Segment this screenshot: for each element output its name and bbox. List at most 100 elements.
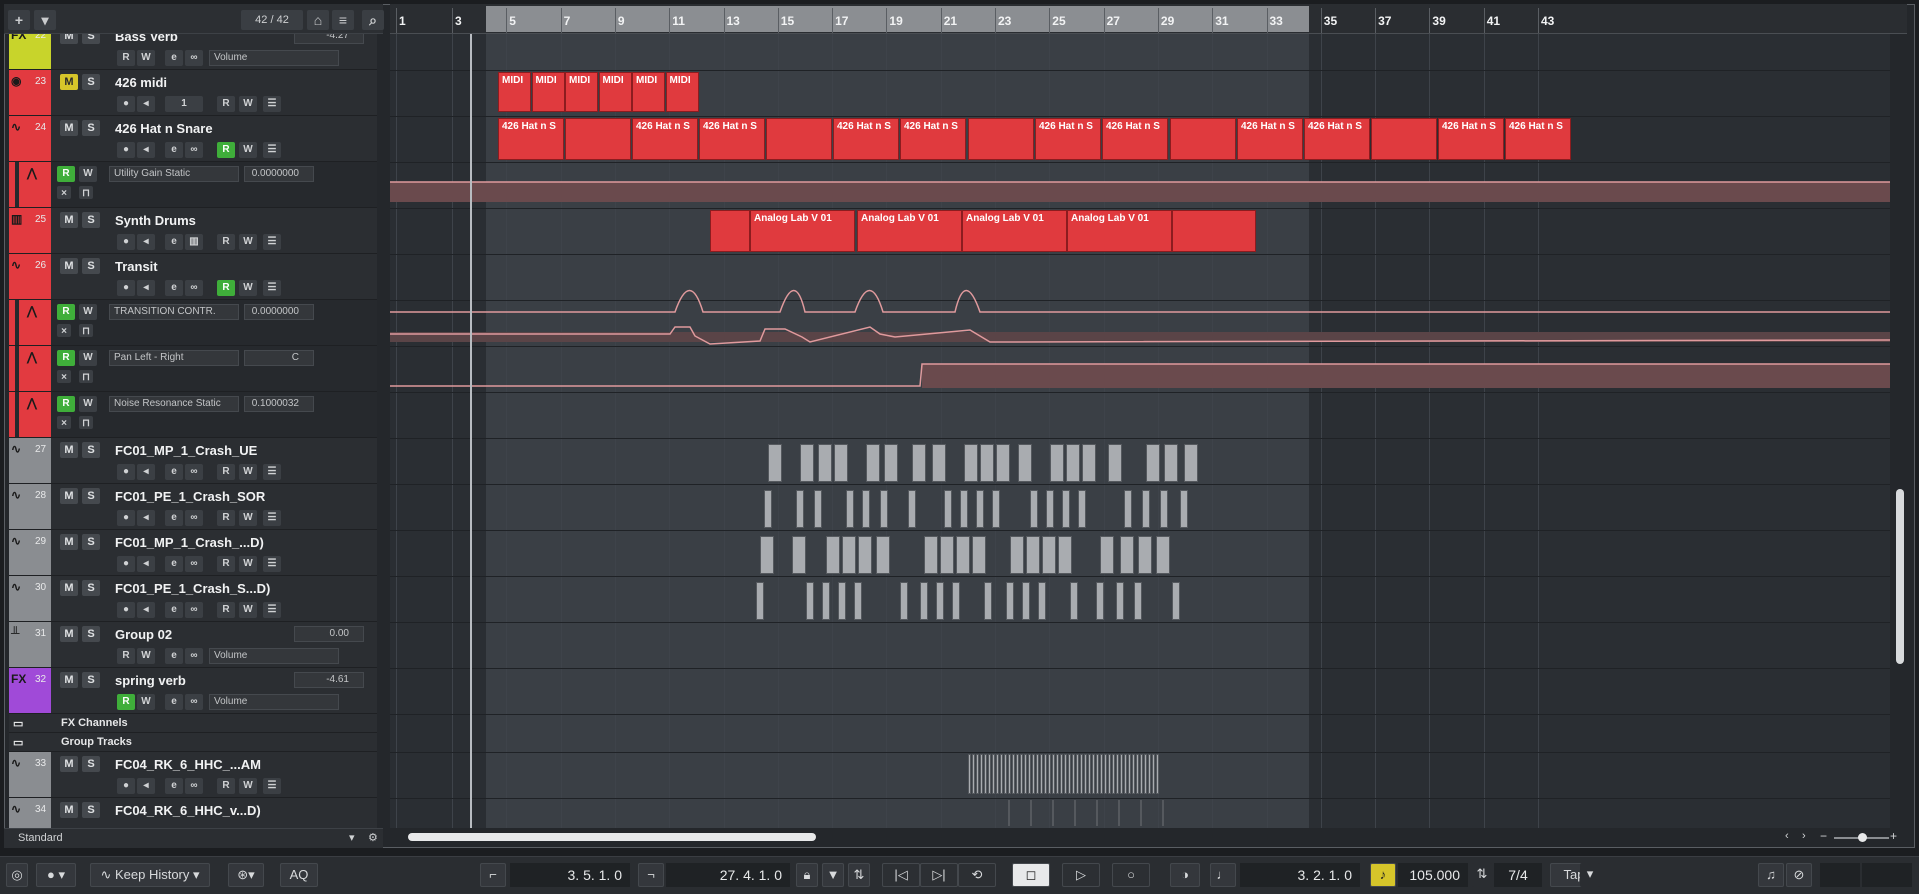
mute-button[interactable]: M [60,120,78,136]
automation-dropdown[interactable]: Volume [209,50,339,66]
metronome-click-icon[interactable]: ♫ [1758,863,1784,887]
audio-clip[interactable] [1078,490,1086,528]
edit-icon[interactable]: e [165,510,183,526]
add-track-button[interactable]: + [8,10,30,30]
hihat-clip[interactable] [1074,800,1076,826]
audio-clip[interactable] [838,582,846,620]
link-icon[interactable]: ∞ [185,280,203,296]
write-button[interactable]: W [239,556,257,572]
automation-dropdown[interactable]: Volume [209,648,339,664]
hihat-clip[interactable] [1044,754,1047,794]
playhead[interactable] [470,34,472,828]
hihat-clip[interactable] [1056,754,1059,794]
audio-clip[interactable] [1046,490,1054,528]
lock-icon[interactable]: 🔒︎ [796,863,818,887]
mute-button[interactable]: M [60,672,78,688]
mute-button[interactable]: M [60,74,78,90]
solo-button[interactable]: S [82,580,100,596]
monitor-icon[interactable]: ◂ [137,142,155,158]
read-button[interactable]: R [217,234,235,250]
monitor-icon[interactable]: ◂ [137,234,155,250]
editor-icon[interactable]: ☰ [263,96,281,112]
audio-clip[interactable] [854,582,862,620]
hihat-clip[interactable] [976,754,979,794]
audio-clip[interactable] [1022,582,1030,620]
audio-clip[interactable] [1026,536,1040,574]
audio-clip[interactable] [1138,536,1152,574]
audio-event[interactable]: 426 Hat n S [833,118,899,160]
audio-clip[interactable] [880,490,888,528]
cycle-button[interactable]: ⟲ [958,863,996,887]
gear-icon[interactable]: ⚙ [368,831,378,844]
solo-button[interactable]: S [82,756,100,772]
audio-clip[interactable] [806,582,814,620]
midi-channel[interactable]: 1 [165,96,203,112]
track-name[interactable]: Bass Verb [115,34,178,44]
hihat-clip[interactable] [1020,754,1023,794]
audio-clip[interactable] [1010,536,1024,574]
audio-clip[interactable] [984,582,992,620]
hihat-clip[interactable] [1024,754,1027,794]
mute-button[interactable]: M [60,626,78,642]
link-icon[interactable]: ∞ [185,778,203,794]
read-button[interactable]: R [57,350,75,366]
hihat-clip[interactable] [1080,754,1083,794]
midi-event[interactable]: MIDI [665,72,699,112]
track-name[interactable]: spring verb [115,673,186,688]
close-icon[interactable]: × [57,186,71,199]
volume-value[interactable]: 0.00 [294,626,364,642]
play-button[interactable]: ▷ [1062,863,1100,887]
audio-clip[interactable] [1038,582,1046,620]
link-icon[interactable]: ∞ [185,50,203,66]
hihat-clip[interactable] [1072,754,1075,794]
mute-button[interactable]: M [60,488,78,504]
forward-end-button[interactable]: ▷| [920,863,958,887]
hihat-clip[interactable] [1118,800,1120,826]
audio-clip[interactable] [1062,490,1070,528]
zoom-in-icon[interactable]: + [1890,829,1897,843]
volume-value[interactable]: -4.61 [294,672,364,688]
instrument-event[interactable]: Analog Lab V 01 [750,210,855,252]
hihat-clip[interactable] [1000,754,1003,794]
rewind-start-button[interactable]: |◁ [882,863,920,887]
hihat-clip[interactable] [1124,754,1127,794]
monitor-icon[interactable]: ◂ [137,556,155,572]
audio-clip[interactable] [862,490,870,528]
chevron-right-icon[interactable]: › [1802,830,1806,842]
track-row[interactable]: ◉ 23 M S 426 midi ● ◂ 1 R W ☰ [9,70,377,116]
parameter-dropdown[interactable]: Pan Left - Right [109,350,239,366]
midi-event[interactable]: MIDI [498,72,531,112]
automation-dropdown[interactable]: Volume [209,694,339,710]
audio-clip[interactable] [1120,536,1134,574]
hihat-clip[interactable] [1140,754,1143,794]
instrument-event[interactable]: Analog Lab V 01 [1067,210,1172,252]
hihat-clip[interactable] [1008,800,1010,826]
hihat-clip[interactable] [1136,754,1139,794]
hihat-clip[interactable] [992,754,995,794]
view-label[interactable]: Standard [18,832,63,844]
track-row[interactable]: ∿ 30 M S FC01_PE_1_Crash_S...D) ● ◂ e ∞ R… [9,576,377,622]
monitor-icon[interactable]: ◂ [137,510,155,526]
hihat-clip[interactable] [1040,754,1043,794]
parameter-dropdown[interactable]: Noise Resonance Static [109,396,239,412]
parameter-dropdown[interactable]: TRANSITION CONTR. [109,304,239,320]
keep-history-dropdown[interactable]: ∿ Keep History ▾ [90,863,210,887]
track-row[interactable]: ∿ 24 M S 426 Hat n Snare ● ◂ e ∞ R W ☰ [9,116,377,162]
editor-icon[interactable]: ☰ [263,280,281,296]
search-icon[interactable]: ⌕ [362,10,384,30]
hihat-clip[interactable] [1052,754,1055,794]
mute-button[interactable]: M [60,534,78,550]
read-button[interactable]: R [217,556,235,572]
close-icon[interactable]: × [57,324,71,337]
metronome-icon[interactable]: ♩ [1210,863,1236,887]
audio-clip[interactable] [900,582,908,620]
audio-clip[interactable] [1184,444,1198,482]
solo-button[interactable]: S [82,626,100,642]
write-button[interactable]: W [239,280,257,296]
zoom-out-icon[interactable]: − [1820,829,1827,843]
hihat-clip[interactable] [1152,754,1155,794]
editor-icon[interactable]: ☰ [263,464,281,480]
arrangement-area[interactable]: MIDI MIDI MIDI MIDI MIDI MIDI 426 Hat n S 426 H… [390,34,1890,828]
stop-button[interactable]: ◻ [1012,863,1050,887]
list-icon[interactable]: ≡ [332,10,354,30]
